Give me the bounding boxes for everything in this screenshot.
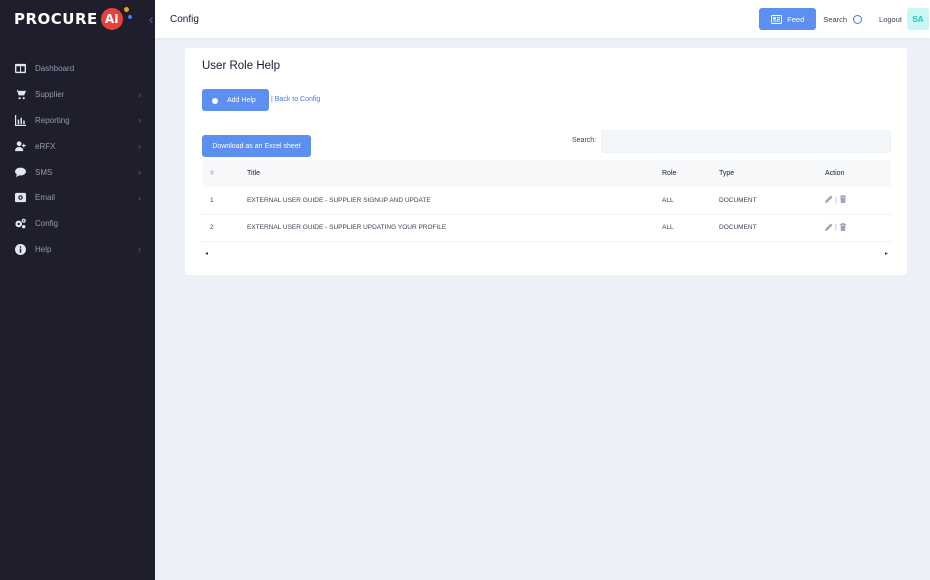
column-header-title[interactable]: Title (247, 170, 662, 177)
column-header-role[interactable]: Role (662, 170, 719, 177)
sidebar-nav: Dashboard Supplier › Reporting › eRFX › … (0, 56, 155, 262)
sidebar-item-label: Reporting (35, 115, 70, 125)
brand-logo[interactable]: PROCURE AI ‹ (0, 0, 155, 38)
row-role: ALL (662, 196, 674, 204)
brand-name: PROCURE (14, 10, 98, 28)
row-role: ALL (662, 224, 674, 232)
search-icon (853, 14, 863, 24)
sidebar-item-erfx[interactable]: eRFX › (0, 133, 155, 159)
table-header: # Title Role Type Action (202, 160, 891, 187)
sidebar-item-supplier[interactable]: Supplier › (0, 82, 155, 108)
sidebar-item-label: Help (35, 244, 52, 254)
chevron-right-icon: › (138, 192, 141, 203)
sidebar-item-config[interactable]: Config (0, 211, 155, 237)
add-dot-icon (212, 98, 218, 104)
avatar[interactable]: SA (907, 8, 929, 30)
row-title: EXTERNAL USER GUIDE - SUPPLIER UPDATING … (247, 224, 447, 232)
brand-ai-badge: AI (100, 7, 132, 30)
row-num: 1 (210, 196, 214, 204)
feed-icon (771, 14, 783, 24)
edit-pencil-icon[interactable] (825, 195, 833, 205)
chevron-right-icon: › (138, 141, 141, 152)
add-help-button[interactable]: Add Help (202, 89, 269, 111)
edit-pencil-icon[interactable] (825, 223, 833, 233)
back-to-config-link[interactable]: | Back to Config (271, 96, 320, 103)
sidebar-item-email[interactable]: Email › (0, 185, 155, 211)
table-row: 2 EXTERNAL USER GUIDE - SUPPLIER UPDATIN… (202, 215, 891, 242)
row-title: EXTERNAL USER GUIDE - SUPPLIER SIGNUP AN… (247, 196, 431, 204)
sidebar-item-sms[interactable]: SMS › (0, 159, 155, 185)
chat-icon (14, 166, 26, 178)
cart-icon (14, 89, 26, 101)
top-header: Config Feed Search Logout SA (155, 0, 930, 38)
action-separator: | (835, 224, 837, 232)
brand-ai-text: AI (104, 12, 119, 26)
chart-icon (14, 114, 26, 126)
brand-dot (127, 15, 132, 19)
dashboard-icon (14, 63, 26, 75)
card-title: User Role Help (202, 60, 280, 72)
sidebar-item-label: Config (35, 219, 59, 229)
column-header-num[interactable]: # (202, 170, 247, 177)
sidebar-item-label: Dashboard (35, 64, 75, 74)
column-header-action: Action (825, 170, 845, 177)
sidebar-item-dashboard[interactable]: Dashboard (0, 56, 155, 82)
cogs-icon (14, 218, 26, 230)
add-help-label: Add Help (227, 96, 256, 104)
row-actions: | (825, 222, 891, 233)
sidebar-collapse-icon[interactable]: ‹ (149, 11, 154, 27)
sidebar-item-label: eRFX (35, 141, 56, 151)
sidebar: PROCURE AI ‹ Dashboard Supplier › Report… (0, 0, 155, 580)
user-role-help-card: User Role Help Add Help | Back to Config… (185, 48, 907, 275)
action-separator: | (835, 196, 837, 204)
table-search-input[interactable] (601, 130, 891, 153)
info-icon (14, 243, 26, 255)
table-horizontal-scrollbar[interactable]: ◂ ▸ (202, 248, 891, 258)
header-actions: Feed Search Logout SA (759, 0, 930, 38)
row-type: DOCUMENT (719, 224, 757, 232)
scroll-right-icon[interactable]: ▸ (882, 250, 891, 257)
envelope-icon (14, 192, 26, 204)
logout-link[interactable]: Logout (879, 15, 902, 24)
row-actions: | (825, 195, 891, 205)
column-header-type[interactable]: Type (719, 170, 825, 177)
sidebar-item-label: Supplier (35, 90, 65, 100)
chevron-right-icon: › (138, 244, 141, 255)
header-search-button[interactable]: Search (823, 14, 863, 24)
row-type: DOCUMENT (719, 196, 757, 204)
feed-label: Feed (787, 14, 805, 24)
sidebar-item-help[interactable]: Help › (0, 237, 155, 263)
delete-trash-icon[interactable] (839, 195, 847, 205)
download-excel-button[interactable]: Download as an Excel sheet (202, 135, 311, 157)
sidebar-item-reporting[interactable]: Reporting › (0, 108, 155, 134)
table-search-label: Search: (572, 137, 597, 144)
chevron-right-icon: › (138, 89, 141, 100)
help-table: # Title Role Type Action 1 EXTERNAL USER… (202, 160, 891, 242)
sidebar-item-label: SMS (35, 167, 53, 177)
table-row: 1 EXTERNAL USER GUIDE - SUPPLIER SIGNUP … (202, 187, 891, 215)
chevron-right-icon: › (138, 167, 141, 178)
scroll-left-icon[interactable]: ◂ (202, 250, 211, 257)
chevron-right-icon: › (138, 115, 141, 126)
user-plus-icon (14, 140, 26, 152)
download-excel-label: Download as an Excel sheet (212, 142, 301, 150)
row-num: 2 (210, 224, 214, 232)
page-title: Config (170, 13, 199, 25)
header-search-label: Search (823, 14, 848, 24)
feed-button[interactable]: Feed (759, 8, 817, 30)
brand-dot (123, 7, 129, 12)
sidebar-item-label: Email (35, 193, 56, 203)
delete-trash-icon[interactable] (839, 222, 847, 233)
